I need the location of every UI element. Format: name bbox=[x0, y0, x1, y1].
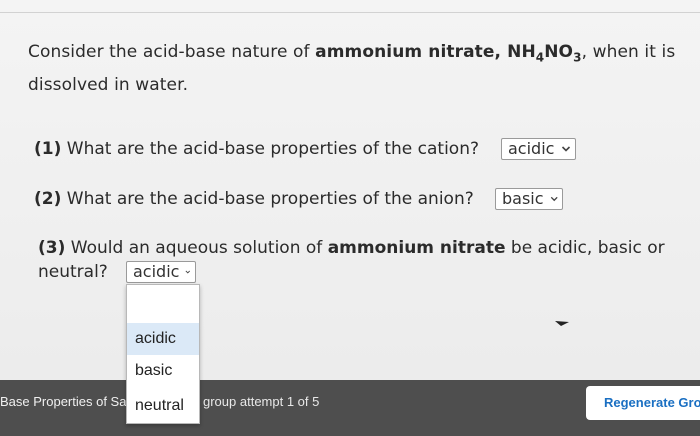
mouse-cursor-icon bbox=[555, 321, 569, 326]
question-text: Would an aqueous solution of bbox=[70, 238, 328, 258]
divider bbox=[0, 12, 700, 13]
question-text: What are the acid-base properties of the… bbox=[66, 139, 479, 159]
regenerate-group-button[interactable]: Regenerate Gro bbox=[586, 386, 700, 420]
chevron-down-icon bbox=[185, 270, 191, 274]
option-basic[interactable]: basic bbox=[127, 355, 199, 387]
question-2: (2) What are the acid-base properties of… bbox=[34, 187, 563, 211]
select-value: acidic bbox=[133, 262, 180, 281]
solution-dropdown-menu: acidic basic neutral bbox=[126, 284, 200, 424]
anion-select[interactable]: basic bbox=[495, 188, 563, 210]
option-neutral[interactable]: neutral bbox=[127, 387, 199, 423]
footer-title: Base Properties of Sa bbox=[0, 394, 127, 409]
select-value: acidic bbox=[508, 139, 555, 158]
question-1: (1) What are the acid-base properties of… bbox=[34, 137, 576, 161]
question-number: (1) bbox=[34, 139, 62, 159]
question-number: (2) bbox=[34, 189, 62, 209]
question-bold-text: ammonium nitrate bbox=[327, 238, 506, 258]
intro-text: Consider the acid-base nature of bbox=[28, 42, 316, 62]
solution-select[interactable]: acidic bbox=[126, 261, 196, 283]
option-acidic[interactable]: acidic bbox=[127, 323, 199, 355]
question-intro: Consider the acid-base nature of ammoniu… bbox=[28, 38, 688, 99]
attempt-counter: group attempt 1 of 5 bbox=[203, 394, 320, 409]
question-3: (3) Would an aqueous solution of ammoniu… bbox=[38, 236, 678, 284]
select-value: basic bbox=[502, 189, 544, 208]
footer-bar: Base Properties of Sa group attempt 1 of… bbox=[0, 380, 700, 436]
chevron-down-icon bbox=[561, 146, 571, 152]
chevron-down-icon bbox=[550, 196, 558, 202]
question-text: What are the acid-base properties of the… bbox=[66, 189, 474, 209]
compound-name: ammonium nitrate, NH4NO3 bbox=[315, 42, 582, 65]
question-number: (3) bbox=[38, 238, 66, 258]
cation-select[interactable]: acidic bbox=[501, 138, 576, 160]
dropdown-blank-option[interactable] bbox=[127, 285, 199, 323]
question-panel: Consider the acid-base nature of ammoniu… bbox=[0, 0, 700, 380]
